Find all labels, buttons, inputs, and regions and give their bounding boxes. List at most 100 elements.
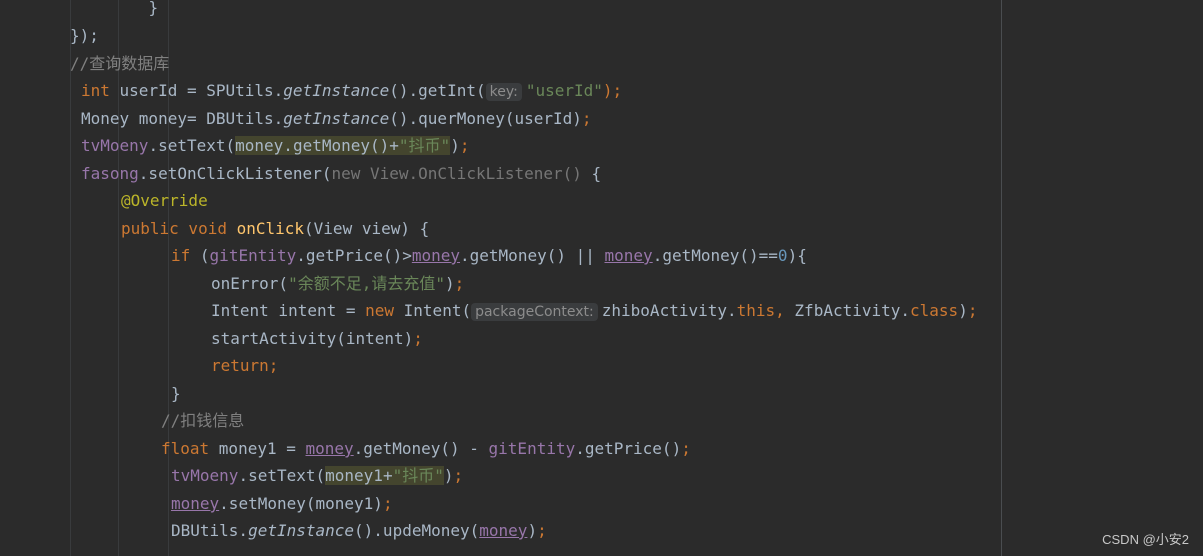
code-token: .setMoney(money1) <box>219 494 383 513</box>
code-token: ; <box>581 109 592 128</box>
parameter-hint: packageContext: <box>471 303 598 321</box>
code-token: int <box>81 81 110 100</box>
code-token: @Override <box>121 191 208 210</box>
code-token: 0 <box>777 246 788 265</box>
code-token: .getMoney()== <box>652 246 778 265</box>
indent-guide <box>70 0 71 556</box>
code-token: ) <box>444 274 455 293</box>
code-token: } <box>110 0 159 17</box>
code-line[interactable]: money.setMoney(money1); <box>171 492 393 516</box>
code-line[interactable]: startActivity(intent); <box>211 327 423 351</box>
code-token: tvMoeny <box>81 136 149 155</box>
code-token: } <box>171 384 181 403</box>
code-line[interactable]: } <box>110 0 159 20</box>
code-token: .setOnClickListener( <box>138 164 332 183</box>
code-token: tvMoeny <box>171 466 239 485</box>
code-line[interactable]: onError("余额不足,请去充值"); <box>211 272 464 296</box>
code-token: money <box>171 494 220 513</box>
code-editor[interactable]: }});//查询数据库 int userId = SPUtils.getInsta… <box>0 0 1203 556</box>
code-line[interactable]: } <box>171 382 181 406</box>
code-token: ().getInt( <box>389 81 486 100</box>
code-line[interactable]: Money money= DBUtils.getInstance().querM… <box>81 107 592 131</box>
code-token: ; <box>413 329 423 348</box>
code-token: money1 = <box>218 439 306 458</box>
code-token: getInstance <box>283 81 390 100</box>
code-token: onClick <box>236 219 305 238</box>
code-token: gitEntity <box>488 439 576 458</box>
code-line[interactable]: //查询数据库 <box>70 52 169 76</box>
code-token: ) <box>443 466 454 485</box>
code-token: getInstance <box>248 521 355 540</box>
code-token: float <box>161 439 219 458</box>
code-token: new <box>365 301 404 320</box>
code-token: ; <box>681 439 691 458</box>
code-line[interactable]: DBUtils.getInstance().updeMoney(money); <box>171 519 547 543</box>
code-token: .setText( <box>238 466 326 485</box>
code-token: DBUtils. <box>171 521 249 540</box>
code-line[interactable]: if (gitEntity.getPrice()>money.getMoney(… <box>171 244 807 268</box>
csdn-watermark: CSDN @小安2 <box>1102 532 1189 547</box>
code-token: money <box>604 246 653 265</box>
code-token: new View.OnClickListener() <box>331 164 582 183</box>
code-token: gitEntity <box>209 246 297 265</box>
code-token: money <box>305 439 354 458</box>
code-token: userId = SPUtils. <box>109 81 284 100</box>
code-token: "余额不足,请去充值" <box>288 274 445 293</box>
code-token: ().updeMoney( <box>354 521 480 540</box>
code-line[interactable]: }); <box>70 24 99 48</box>
clipped-code-line <box>110 0 910 10</box>
code-token: money1+ <box>325 466 393 485</box>
code-token: startActivity(intent) <box>211 329 414 348</box>
code-token: ; <box>453 466 464 485</box>
code-token: (View view) { <box>304 219 430 238</box>
code-token: ( <box>199 246 210 265</box>
code-line[interactable]: //扣钱信息 <box>161 409 244 433</box>
code-line[interactable]: tvMoeny.setText(money1+"抖币"); <box>171 464 463 488</box>
code-token: money.getMoney()+ <box>235 136 399 155</box>
code-token: ; <box>382 494 393 513</box>
code-line[interactable]: fasong.setOnClickListener(new View.OnCli… <box>81 162 601 186</box>
code-token: .getPrice()> <box>296 246 412 265</box>
code-token: class <box>910 301 959 320</box>
code-token: "抖币" <box>392 466 444 485</box>
code-token: ; <box>967 301 978 320</box>
code-token: //扣钱信息 <box>161 411 245 430</box>
right-margin-guide <box>1001 0 1002 556</box>
code-token: ; <box>454 274 465 293</box>
code-token: money <box>411 246 461 265</box>
code-token: ; <box>459 136 470 155</box>
code-token: { <box>581 164 602 183</box>
code-token: fasong <box>81 164 139 183</box>
code-token: //查询数据库 <box>70 54 170 73</box>
code-token: getInstance <box>283 109 390 128</box>
code-token: .getPrice() <box>575 439 682 458</box>
code-token: this, <box>736 301 795 320</box>
code-token: }); <box>70 26 99 45</box>
parameter-hint: key: <box>485 83 522 101</box>
code-token: zhiboActivity. <box>601 301 737 320</box>
code-token: Intent intent = <box>211 301 366 320</box>
code-token: ().querMoney(userId) <box>389 109 582 128</box>
code-token: Intent( <box>403 301 472 320</box>
code-token: money <box>479 521 528 540</box>
code-token: .getMoney() || <box>460 246 605 265</box>
code-line[interactable]: int userId = SPUtils.getInstance().getIn… <box>81 79 622 103</box>
code-token: ){ <box>787 246 807 265</box>
code-token: ; <box>537 521 547 540</box>
code-line[interactable]: public void onClick(View view) { <box>121 217 429 241</box>
code-token: ZfbActivity. <box>794 301 911 320</box>
code-token: ); <box>602 81 623 100</box>
code-line[interactable]: @Override <box>121 189 208 213</box>
code-token: if <box>171 246 200 265</box>
code-token: return; <box>211 356 279 375</box>
code-token: Money money= DBUtils. <box>81 109 284 128</box>
code-line[interactable]: return; <box>211 354 278 378</box>
code-token: ) <box>527 521 538 540</box>
code-line[interactable]: Intent intent = new Intent(packageContex… <box>211 299 977 323</box>
code-line[interactable]: tvMoeny.setText(money.getMoney()+"抖币"); <box>81 134 469 158</box>
code-token: onError( <box>211 274 289 293</box>
code-token: ) <box>958 301 968 320</box>
code-line[interactable]: float money1 = money.getMoney() - gitEnt… <box>161 437 691 461</box>
code-token: "抖币" <box>398 136 451 155</box>
code-token: "userId" <box>525 81 603 100</box>
